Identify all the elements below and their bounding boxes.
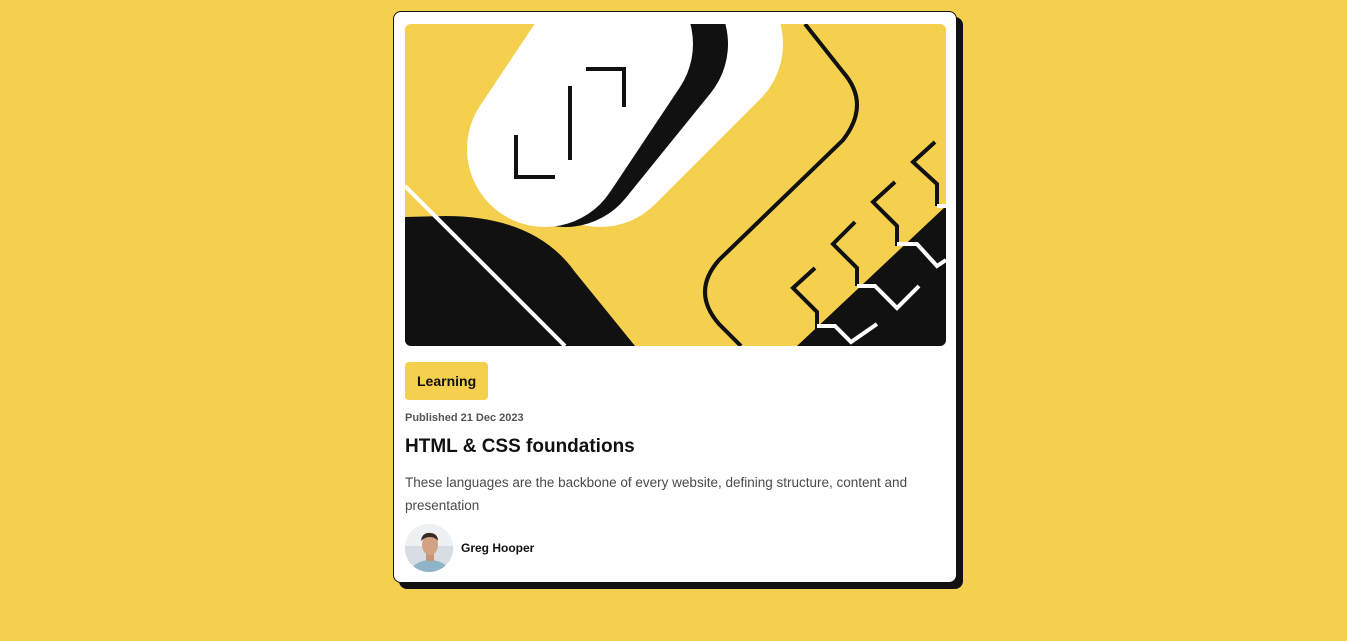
avatar	[405, 524, 453, 572]
author: Greg Hooper	[405, 524, 534, 572]
card-excerpt: These languages are the backbone of ever…	[405, 475, 908, 513]
author-name[interactable]: Greg Hooper	[461, 541, 534, 555]
blog-preview-card: Learning Published 21 Dec 2023 HTML & CS…	[393, 11, 957, 583]
published-date: Published 21 Dec 2023	[405, 412, 524, 424]
card-title[interactable]: HTML & CSS foundations	[405, 436, 635, 458]
hero-illustration	[405, 24, 946, 346]
category-tag[interactable]: Learning	[405, 362, 489, 400]
